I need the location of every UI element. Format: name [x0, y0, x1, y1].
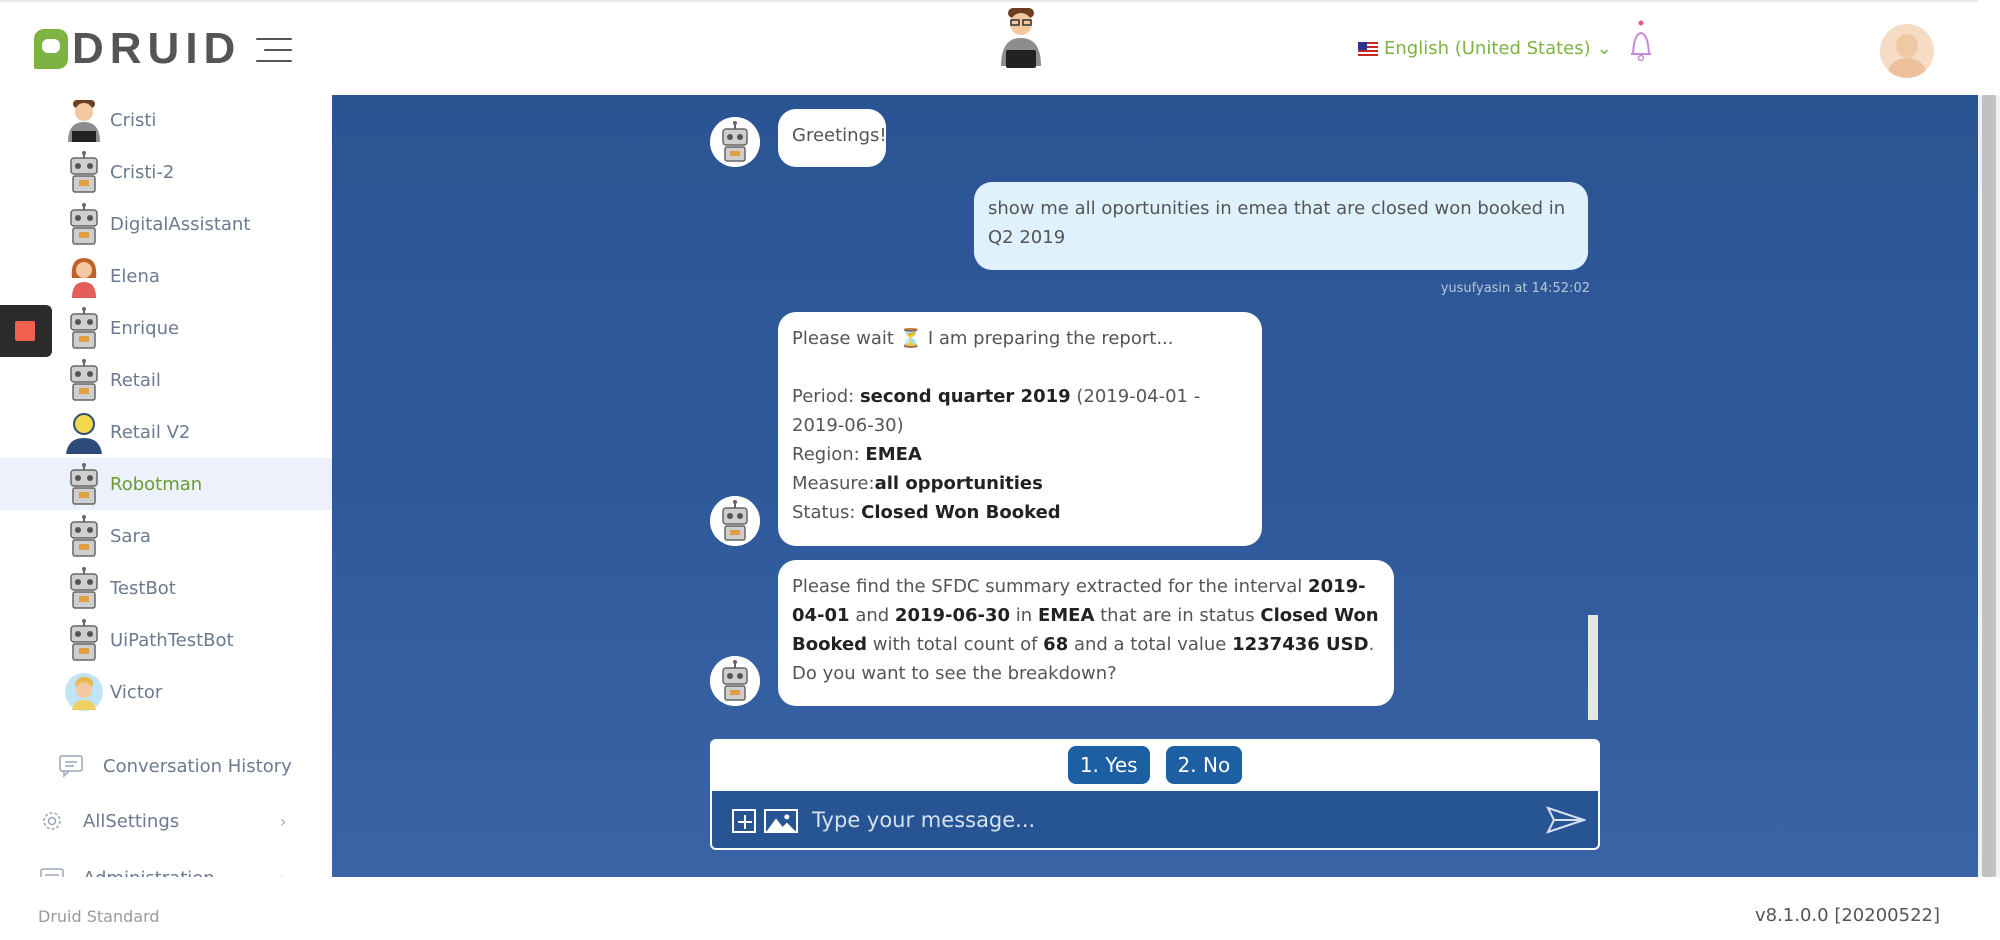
sidebar-item-conversation-history[interactable]: Conversation History: [0, 740, 332, 792]
user-message: show me all oportunities in emea that ar…: [974, 182, 1588, 270]
logo-text: DRUID: [72, 24, 242, 73]
sidebar-item-label: Victor: [110, 681, 163, 703]
administration-label: Administration: [83, 868, 215, 878]
chevron-down-icon: ⌄: [1596, 38, 1612, 59]
sidebar-item-label: Cristi-2: [110, 161, 175, 183]
notification-bell-icon[interactable]: [1628, 20, 1654, 66]
sidebar-item-elena[interactable]: Elena: [0, 250, 332, 302]
sidebar-item-testbot[interactable]: TestBot: [0, 562, 332, 614]
footer-edition: Druid Standard: [38, 907, 160, 926]
sidebar-item-robotman[interactable]: Robotman: [0, 458, 332, 510]
sidebar-item-label: TestBot: [110, 577, 176, 599]
robot-avatar-icon: [710, 656, 760, 706]
sidebar-item-retail[interactable]: Retail: [0, 354, 332, 406]
sidebar-item-label: UiPathTestBot: [110, 629, 234, 651]
robot-avatar-icon: [64, 150, 104, 194]
footer-version: v8.1.0.0 [20200522]: [1754, 905, 1940, 926]
top-header: DRUID English (United States) ⌄: [0, 0, 1978, 95]
sidebar-item-allsettings[interactable]: AllSettings ›: [0, 795, 332, 847]
robot-avatar-icon: [710, 117, 760, 167]
sidebar-item-label: Retail V2: [110, 421, 191, 443]
administration-icon: [40, 868, 64, 877]
image-upload-icon[interactable]: [764, 809, 798, 833]
sidebar-item-uipathtestbot[interactable]: UiPathTestBot: [0, 614, 332, 666]
robot-avatar-icon: [64, 358, 104, 402]
robot-avatar-icon: [64, 306, 104, 350]
bulb-avatar-icon: [64, 410, 104, 454]
woman-avatar-icon: [64, 254, 104, 298]
report-region-line: Region: EMEA: [792, 444, 922, 465]
bot-message-report: Please wait ⏳ I am preparing the report.…: [778, 312, 1262, 546]
sidebar-item-label: Sara: [110, 525, 151, 547]
robot-avatar-icon: [64, 618, 104, 662]
sidebar-item-retail-v2[interactable]: Retail V2: [0, 406, 332, 458]
sidebar-item-label: Robotman: [110, 473, 203, 495]
report-period-line: Period: second quarter 2019 (2019-04-01 …: [792, 386, 1201, 436]
message-input[interactable]: [810, 803, 1530, 837]
sidebar: Cristi Cristi-2 DigitalAssistant Elena Enriq…: [0, 95, 332, 877]
greeting-text: Greetings!: [792, 125, 887, 146]
robot-avatar-icon: [710, 496, 760, 546]
robot-avatar-icon: [64, 514, 104, 558]
page-scrollbar[interactable]: [1978, 95, 2000, 877]
gear-icon: [43, 812, 61, 830]
conversation-history-label: Conversation History: [103, 755, 292, 777]
sidebar-item-digitalassistant[interactable]: DigitalAssistant: [0, 198, 332, 250]
sidebar-item-cristi-2[interactable]: Cristi-2: [0, 146, 332, 198]
sidebar-item-label: Retail: [110, 369, 161, 391]
hamburger-menu-icon[interactable]: [256, 38, 292, 62]
bot-message-greeting: Greetings!: [778, 109, 887, 167]
add-attachment-icon[interactable]: [732, 809, 756, 833]
chevron-right-icon: ›: [280, 811, 287, 831]
bot-person-avatar-icon: [1001, 8, 1041, 68]
sidebar-item-victor[interactable]: Victor: [0, 666, 332, 718]
language-label: English (United States): [1384, 38, 1591, 59]
robot-avatar-icon: [64, 566, 104, 610]
footer: Druid Standard v8.1.0.0 [20200522]: [0, 877, 1978, 940]
sidebar-item-label: Elena: [110, 265, 160, 287]
sidebar-item-label: Enrique: [110, 317, 180, 339]
chevron-right-icon: ›: [280, 869, 286, 878]
report-status-line: Status: Closed Won Booked: [792, 502, 1061, 523]
quick-reply-yes-button[interactable]: 1. Yes: [1067, 746, 1150, 784]
language-selector[interactable]: English (United States) ⌄: [1358, 38, 1612, 59]
send-icon[interactable]: [1546, 805, 1586, 835]
sidebar-item-label: Cristi: [110, 109, 157, 131]
chat-scrollbar[interactable]: [1588, 615, 1598, 720]
stop-recording-button[interactable]: [0, 305, 52, 357]
quick-replies: 1. Yes 2. No: [710, 739, 1600, 791]
allsettings-label: AllSettings: [83, 810, 180, 832]
chat-history-icon: [59, 755, 83, 778]
boy-avatar-icon: [64, 670, 104, 714]
user-profile-avatar[interactable]: [1880, 24, 1934, 78]
report-measure-line: Measure:all opportunities: [792, 473, 1043, 494]
chat-bubble-icon: [34, 29, 68, 69]
us-flag-icon: [1358, 41, 1378, 56]
report-wait-line: Please wait ⏳ I am preparing the report.…: [792, 328, 1174, 349]
druid-logo[interactable]: DRUID: [34, 24, 242, 73]
sidebar-item-label: DigitalAssistant: [110, 213, 251, 235]
hourglass-icon: ⏳: [899, 328, 923, 349]
sidebar-item-cristi[interactable]: Cristi: [0, 95, 332, 146]
message-input-bar: [710, 791, 1600, 850]
person-avatar-icon: [64, 98, 104, 142]
robot-avatar-icon: [64, 202, 104, 246]
user-message-meta: yusufyasin at 14:52:02: [1440, 281, 1590, 296]
sidebar-item-sara[interactable]: Sara: [0, 510, 332, 562]
bot-message-summary: Please find the SFDC summary extracted f…: [778, 560, 1394, 706]
quick-reply-no-button[interactable]: 2. No: [1165, 746, 1243, 784]
sidebar-item-administration[interactable]: Administration ›: [0, 852, 332, 877]
robot-avatar-icon: [64, 462, 104, 506]
user-message-text: show me all oportunities in emea that ar…: [988, 198, 1566, 248]
